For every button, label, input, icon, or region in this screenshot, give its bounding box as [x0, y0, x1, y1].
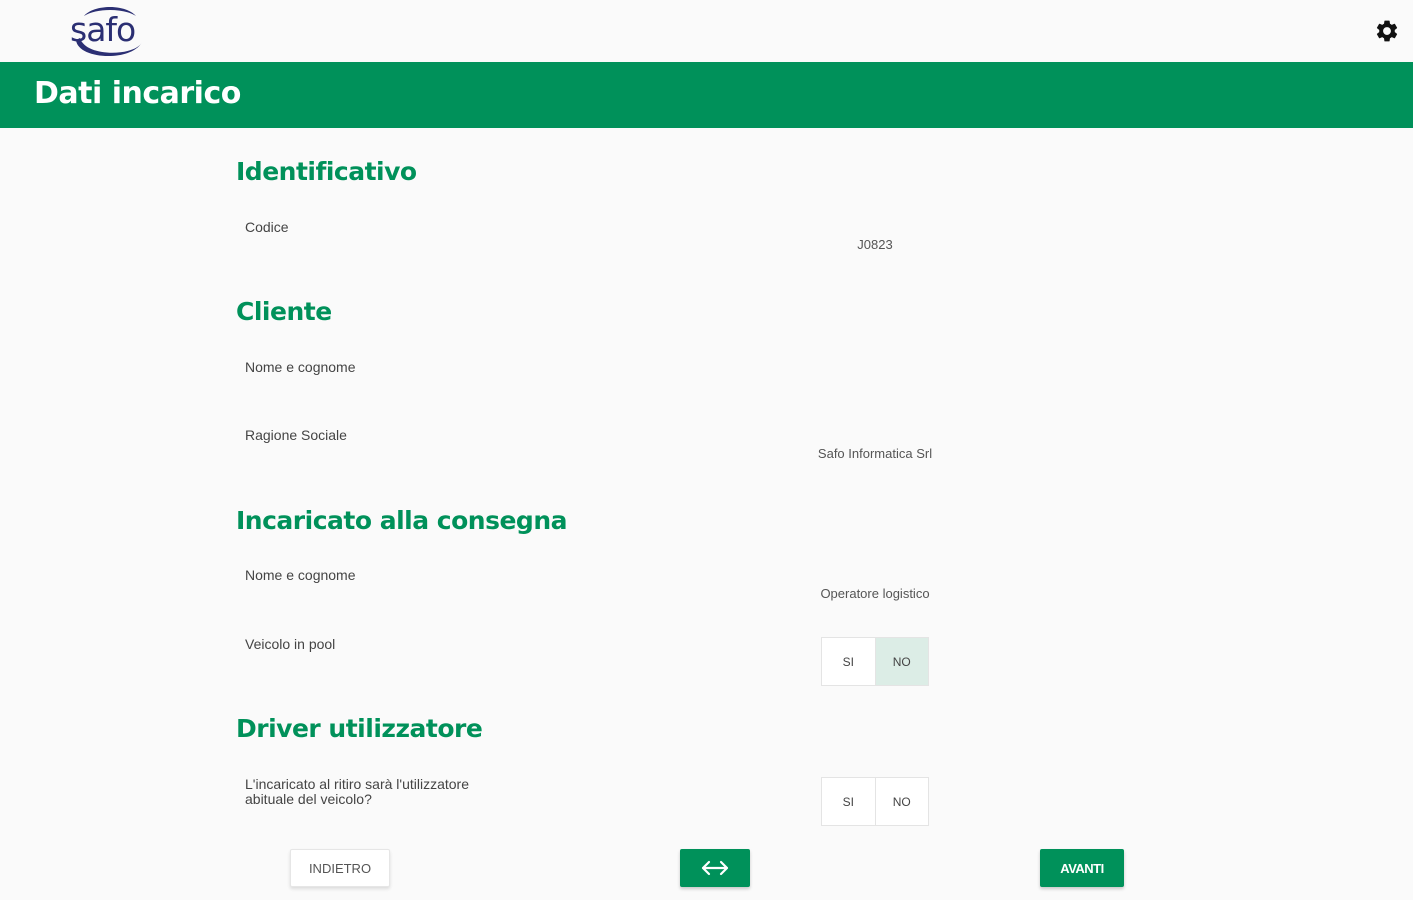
driver-question-label: L'incaricato al ritiro sarà l'utilizzato…	[245, 777, 469, 807]
page-title: Dati incarico	[34, 76, 241, 111]
section-title-identificativo: Identificativo	[236, 157, 417, 186]
ragione-sociale-value: Safo Informatica Srl	[817, 446, 933, 461]
driver-toggle: SI NO	[821, 777, 929, 826]
codice-value: J0823	[857, 237, 893, 252]
incaricato-nome-label: Nome e cognome	[245, 567, 356, 583]
logo-text: safo	[70, 10, 136, 49]
back-button[interactable]: INDIETRO	[290, 849, 390, 887]
driver-si-option[interactable]: SI	[822, 778, 875, 825]
next-button[interactable]: AVANTI	[1040, 849, 1124, 887]
codice-label: Codice	[245, 219, 289, 235]
incaricato-nome-value: Operatore logistico	[820, 586, 930, 601]
section-title-driver: Driver utilizzatore	[236, 714, 483, 743]
cliente-nome-label: Nome e cognome	[245, 359, 356, 375]
driver-question-line2: abituale del veicolo?	[245, 791, 372, 807]
gear-icon[interactable]	[1374, 18, 1400, 44]
title-bar: Dati incarico	[0, 62, 1413, 128]
veicolo-pool-toggle: SI NO	[821, 637, 929, 686]
section-title-incaricato: Incaricato alla consegna	[236, 506, 567, 535]
driver-no-option[interactable]: NO	[874, 778, 929, 825]
swap-button[interactable]	[680, 849, 750, 887]
top-bar: safo	[0, 0, 1413, 62]
section-title-cliente: Cliente	[236, 297, 332, 326]
veicolo-pool-si-option[interactable]: SI	[822, 638, 875, 685]
safo-logo: safo	[66, 2, 146, 60]
veicolo-pool-label: Veicolo in pool	[245, 636, 336, 652]
swap-arrows-icon	[701, 860, 729, 876]
ragione-sociale-label: Ragione Sociale	[245, 427, 347, 443]
driver-question-line1: L'incaricato al ritiro sarà l'utilizzato…	[245, 776, 469, 792]
veicolo-pool-no-option[interactable]: NO	[874, 638, 928, 685]
